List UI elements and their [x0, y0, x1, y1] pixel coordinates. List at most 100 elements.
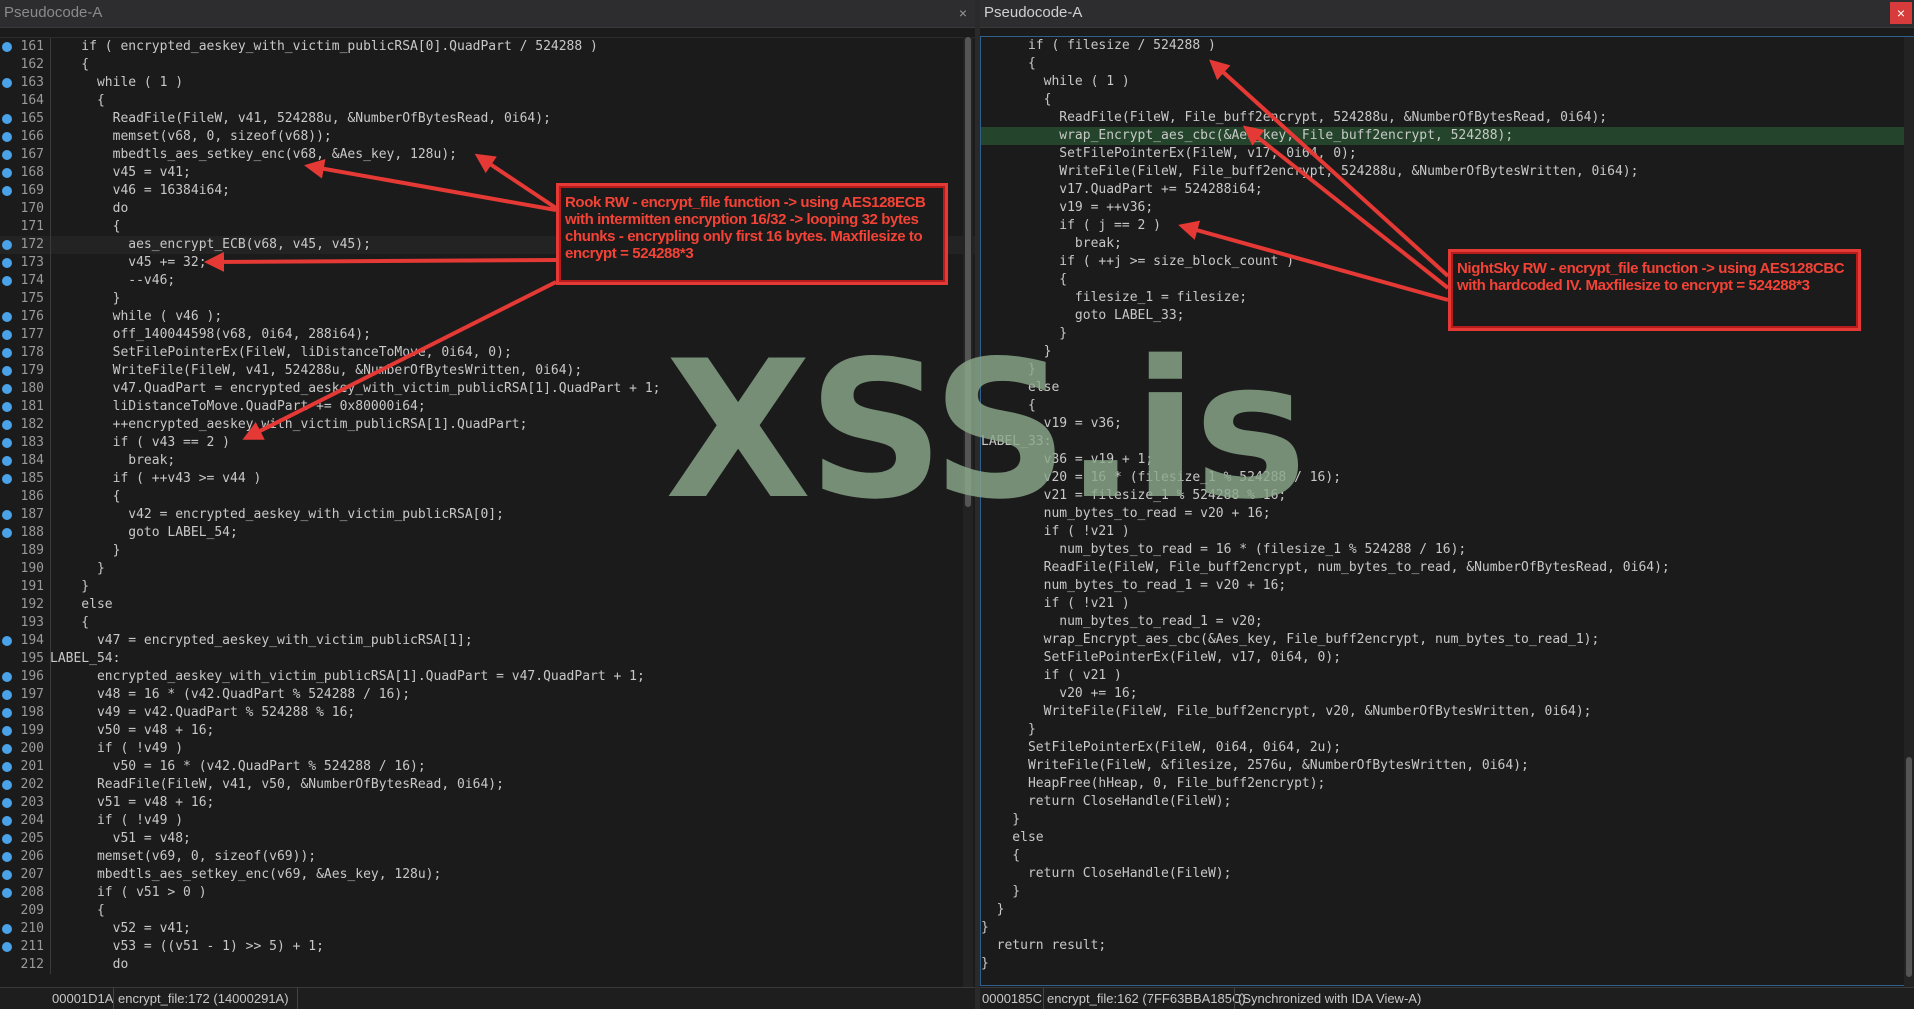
line-gutter[interactable]: 189: [0, 542, 51, 560]
code-text[interactable]: v52 = v41;: [50, 920, 191, 938]
code-line[interactable]: v19 = v36;: [981, 415, 1914, 433]
code-line[interactable]: 212 do: [0, 956, 975, 974]
code-line[interactable]: SetFilePointerEx(FileW, 0i64, 0i64, 2u);: [981, 739, 1914, 757]
code-line[interactable]: ReadFile(FileW, File_buff2encrypt, 52428…: [981, 109, 1914, 127]
code-text[interactable]: v19 = v36;: [981, 415, 1122, 433]
code-line[interactable]: v19 = ++v36;: [981, 199, 1914, 217]
line-gutter[interactable]: 195: [0, 650, 51, 668]
code-text[interactable]: }: [50, 578, 89, 596]
breakpoint-dot-icon[interactable]: [2, 780, 12, 790]
code-text[interactable]: {: [981, 847, 1020, 865]
code-line[interactable]: 187 v42 = encrypted_aeskey_with_victim_p…: [0, 506, 975, 524]
code-view-right[interactable]: if ( filesize / 524288 ) { while ( 1 ) {…: [980, 36, 1914, 986]
code-line[interactable]: 197 v48 = 16 * (v42.QuadPart % 524288 / …: [0, 686, 975, 704]
code-text[interactable]: WriteFile(FileW, &filesize, 2576u, &Numb…: [981, 757, 1529, 775]
line-gutter[interactable]: 206: [0, 848, 51, 866]
code-line[interactable]: return result;: [981, 937, 1914, 955]
code-line[interactable]: LABEL_33:: [981, 433, 1914, 451]
scrollbar-thumb-left[interactable]: [965, 37, 971, 507]
code-text[interactable]: {: [981, 271, 1067, 289]
line-gutter[interactable]: 197: [0, 686, 51, 704]
code-text[interactable]: while ( 1 ): [981, 73, 1130, 91]
code-text[interactable]: v46 = 16384i64;: [50, 182, 230, 200]
breakpoint-dot-icon[interactable]: [2, 474, 12, 484]
code-line[interactable]: 168 v45 = v41;: [0, 164, 975, 182]
line-gutter[interactable]: 163: [0, 74, 51, 92]
line-gutter[interactable]: 178: [0, 344, 51, 362]
code-text[interactable]: v51 = v48 + 16;: [50, 794, 214, 812]
breakpoint-dot-icon[interactable]: [2, 312, 12, 322]
code-text[interactable]: v20 = 16 * (filesize_1 % 524288 / 16);: [981, 469, 1341, 487]
code-line[interactable]: 195 LABEL_54:: [0, 650, 975, 668]
code-line[interactable]: 167 mbedtls_aes_setkey_enc(v68, &Aes_key…: [0, 146, 975, 164]
code-line[interactable]: SetFilePointerEx(FileW, v17, 0i64, 0);: [981, 145, 1914, 163]
code-text[interactable]: v21 = filesize_1 % 524288 % 16;: [981, 487, 1287, 505]
code-text[interactable]: if ( j == 2 ): [981, 217, 1161, 235]
close-tab-icon[interactable]: ×: [954, 4, 972, 22]
code-line[interactable]: 204 if ( !v49 ): [0, 812, 975, 830]
code-line[interactable]: 185 if ( ++v43 >= v44 ): [0, 470, 975, 488]
line-gutter[interactable]: 207: [0, 866, 51, 884]
code-line[interactable]: 177 off_140044598(v68, 0i64, 288i64);: [0, 326, 975, 344]
line-gutter[interactable]: 170: [0, 200, 51, 218]
code-line[interactable]: {: [981, 847, 1914, 865]
code-text[interactable]: v17.QuadPart += 524288i64;: [981, 181, 1263, 199]
code-line[interactable]: 161 if ( encrypted_aeskey_with_victim_pu…: [0, 38, 975, 56]
breakpoint-dot-icon[interactable]: [2, 384, 12, 394]
code-line[interactable]: v36 = v19 + 1;: [981, 451, 1914, 469]
code-text[interactable]: num_bytes_to_read = v20 + 16;: [981, 505, 1271, 523]
breakpoint-dot-icon[interactable]: [2, 150, 12, 160]
code-text[interactable]: if ( !v49 ): [50, 812, 183, 830]
line-gutter[interactable]: 161: [0, 38, 51, 56]
code-text[interactable]: break;: [50, 452, 175, 470]
code-text[interactable]: v47.QuadPart = encrypted_aeskey_with_vic…: [50, 380, 661, 398]
code-line[interactable]: v17.QuadPart += 524288i64;: [981, 181, 1914, 199]
line-gutter[interactable]: 167: [0, 146, 51, 164]
breakpoint-dot-icon[interactable]: [2, 168, 12, 178]
code-line[interactable]: 176 while ( v46 );: [0, 308, 975, 326]
code-text[interactable]: off_140044598(v68, 0i64, 288i64);: [50, 326, 371, 344]
code-line[interactable]: WriteFile(FileW, File_buff2encrypt, v20,…: [981, 703, 1914, 721]
line-gutter[interactable]: 211: [0, 938, 51, 956]
code-text[interactable]: v19 = ++v36;: [981, 199, 1153, 217]
code-line-highlighted[interactable]: wrap_Encrypt_aes_cbc(&Aes_key, File_buff…: [981, 127, 1914, 145]
breakpoint-dot-icon[interactable]: [2, 186, 12, 196]
code-line[interactable]: 200 if ( !v49 ): [0, 740, 975, 758]
code-line[interactable]: }: [981, 361, 1914, 379]
breakpoint-dot-icon[interactable]: [2, 834, 12, 844]
code-text[interactable]: }: [981, 361, 1036, 379]
breakpoint-dot-icon[interactable]: [2, 888, 12, 898]
code-line[interactable]: 190 }: [0, 560, 975, 578]
breakpoint-dot-icon[interactable]: [2, 942, 12, 952]
code-text[interactable]: ++encrypted_aeskey_with_victim_publicRSA…: [50, 416, 528, 434]
code-text[interactable]: encrypted_aeskey_with_victim_publicRSA[1…: [50, 668, 645, 686]
code-line[interactable]: 203 v51 = v48 + 16;: [0, 794, 975, 812]
code-line[interactable]: }: [981, 343, 1914, 361]
code-line[interactable]: 198 v49 = v42.QuadPart % 524288 % 16;: [0, 704, 975, 722]
line-gutter[interactable]: 174: [0, 272, 51, 290]
breakpoint-dot-icon[interactable]: [2, 924, 12, 934]
code-text[interactable]: v45 += 32;: [50, 254, 206, 272]
code-text[interactable]: v47 = encrypted_aeskey_with_victim_publi…: [50, 632, 473, 650]
code-text[interactable]: goto LABEL_33;: [981, 307, 1185, 325]
breakpoint-dot-icon[interactable]: [2, 816, 12, 826]
line-gutter[interactable]: 176: [0, 308, 51, 326]
code-line[interactable]: else: [981, 379, 1914, 397]
line-gutter[interactable]: 180: [0, 380, 51, 398]
code-text[interactable]: num_bytes_to_read = 16 * (filesize_1 % 5…: [981, 541, 1466, 559]
line-gutter[interactable]: 190: [0, 560, 51, 578]
code-text[interactable]: }: [981, 901, 1005, 919]
line-gutter[interactable]: 175: [0, 290, 51, 308]
code-line[interactable]: if ( !v21 ): [981, 595, 1914, 613]
breakpoint-dot-icon[interactable]: [2, 870, 12, 880]
code-text[interactable]: }: [981, 811, 1020, 829]
breakpoint-dot-icon[interactable]: [2, 762, 12, 772]
code-line[interactable]: v21 = filesize_1 % 524288 % 16;: [981, 487, 1914, 505]
line-gutter[interactable]: 168: [0, 164, 51, 182]
code-line[interactable]: 211 v53 = ((v51 - 1) >> 5) + 1;: [0, 938, 975, 956]
code-line[interactable]: 184 break;: [0, 452, 975, 470]
breakpoint-dot-icon[interactable]: [2, 636, 12, 646]
code-text[interactable]: }: [981, 883, 1020, 901]
code-text[interactable]: aes_encrypt_ECB(v68, v45, v45);: [50, 236, 371, 254]
code-line[interactable]: {: [981, 91, 1914, 109]
